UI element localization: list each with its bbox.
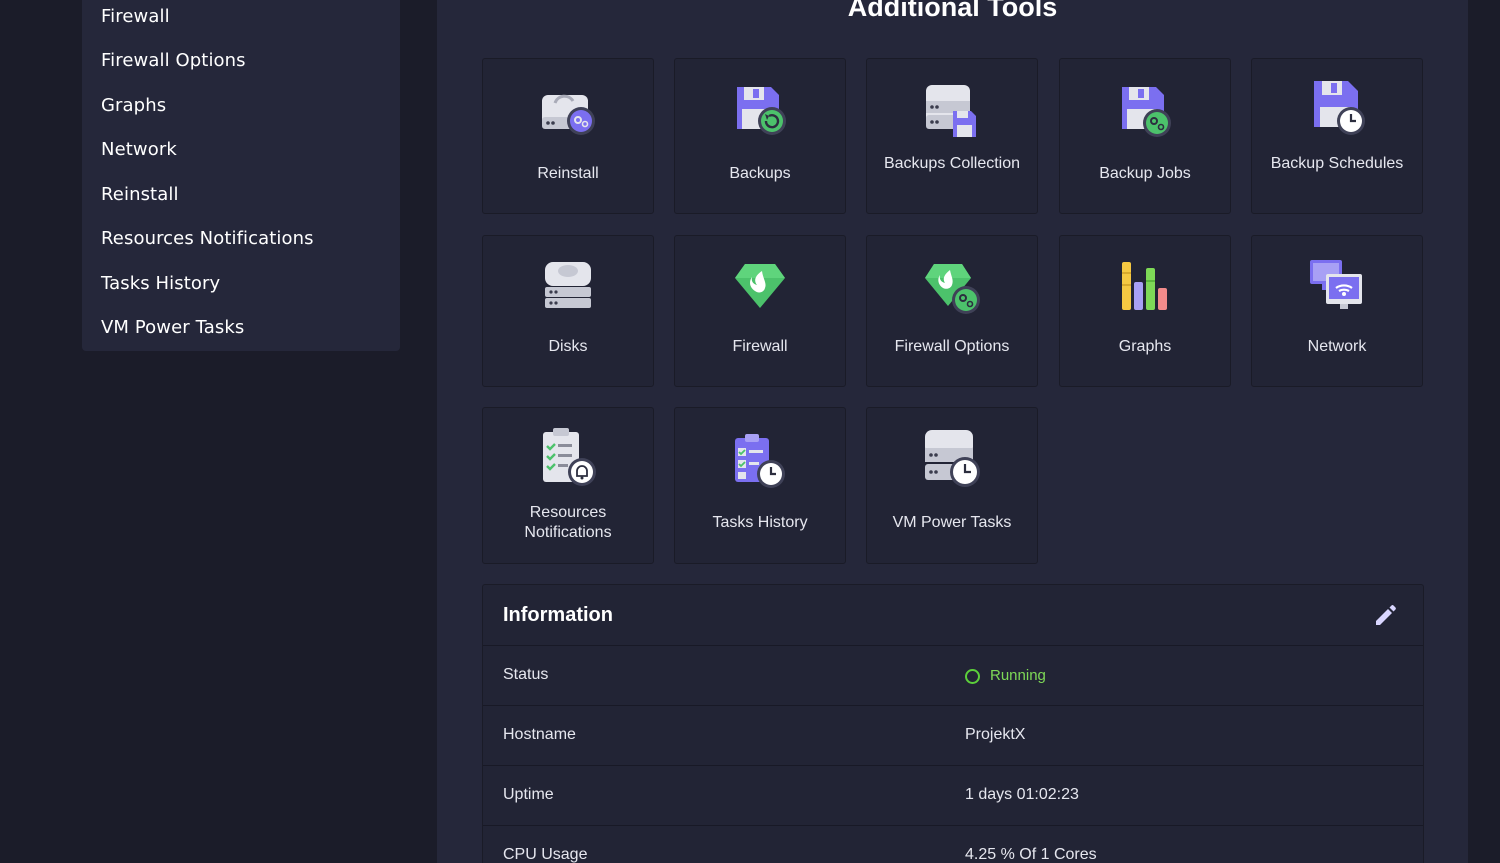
info-value: 4.25 % Of 1 Cores bbox=[965, 846, 1097, 863]
info-row-hostname: Hostname ProjektX bbox=[483, 706, 1423, 766]
information-title: Information bbox=[503, 604, 613, 626]
tool-label: Firewall bbox=[732, 338, 788, 355]
graphs-icon bbox=[1122, 262, 1167, 310]
tool-backup-jobs[interactable]: Backup Jobs bbox=[1059, 58, 1231, 214]
backups-icon bbox=[737, 87, 786, 135]
tool-label: Reinstall bbox=[537, 165, 599, 182]
page-title: Additional Tools bbox=[847, 0, 1058, 22]
information-header: Information bbox=[483, 585, 1423, 646]
tasks-history-icon bbox=[735, 434, 785, 488]
tool-label: Tasks History bbox=[712, 514, 808, 531]
tool-network[interactable]: Network bbox=[1251, 235, 1423, 387]
tool-firewall-options[interactable]: Firewall Options bbox=[866, 235, 1038, 387]
network-icon bbox=[1310, 260, 1362, 309]
info-row-uptime: Uptime 1 days 01:02:23 bbox=[483, 766, 1423, 826]
tool-label: Disks bbox=[548, 338, 588, 355]
info-key: Hostname bbox=[503, 726, 576, 743]
reinstall-icon bbox=[542, 94, 595, 135]
sidebar-item-reinstall[interactable]: Reinstall bbox=[101, 184, 179, 205]
tool-backups[interactable]: Backups bbox=[674, 58, 846, 214]
tool-vm-power-tasks[interactable]: VM Power Tasks bbox=[866, 407, 1038, 564]
info-value: ProjektX bbox=[965, 726, 1026, 743]
tool-label: VM Power Tasks bbox=[892, 514, 1012, 531]
tool-backups-collection[interactable]: Backups Collection bbox=[866, 58, 1038, 214]
backups-collection-icon bbox=[926, 85, 976, 137]
status-badge: Running bbox=[990, 667, 1046, 684]
tool-label: Backup Jobs bbox=[1099, 165, 1191, 182]
information-panel: Information Status Running Hostname Proj… bbox=[482, 584, 1424, 863]
sidebar-item-resources-notifications[interactable]: Resources Notifications bbox=[101, 228, 314, 249]
tool-label: Firewall Options bbox=[894, 338, 1010, 355]
main-panel: Additional Tools Reinstall Backups Backu… bbox=[437, 0, 1468, 863]
info-value: 1 days 01:02:23 bbox=[965, 786, 1079, 803]
tool-tasks-history[interactable]: Tasks History bbox=[674, 407, 846, 564]
info-row-cpu-usage: CPU Usage 4.25 % Of 1 Cores bbox=[483, 826, 1423, 863]
tool-graphs[interactable]: Graphs bbox=[1059, 235, 1231, 387]
tool-label: Backups Collection bbox=[883, 155, 1021, 172]
firewall-icon bbox=[735, 264, 785, 308]
tool-backup-schedules[interactable]: Backup Schedules bbox=[1251, 58, 1423, 214]
tool-label: Backups bbox=[729, 165, 791, 182]
resources-notifications-icon bbox=[543, 428, 596, 486]
tool-label: Graphs bbox=[1118, 338, 1172, 355]
disks-icon bbox=[545, 262, 591, 308]
sidebar-item-network[interactable]: Network bbox=[101, 139, 177, 160]
sidebar-item-vm-power-tasks[interactable]: VM Power Tasks bbox=[101, 317, 244, 338]
sidebar-item-graphs[interactable]: Graphs bbox=[101, 95, 166, 116]
tool-disks[interactable]: Disks bbox=[482, 235, 654, 387]
status-running-icon bbox=[965, 669, 980, 684]
tool-label: Network bbox=[1307, 338, 1367, 355]
sidebar-item-firewall-options[interactable]: Firewall Options bbox=[101, 50, 246, 71]
tool-resources-notifications[interactable]: Resources Notifications bbox=[482, 407, 654, 564]
info-row-status: Status Running bbox=[483, 646, 1423, 706]
sidebar: Firewall Firewall Options Graphs Network… bbox=[82, 0, 400, 351]
vm-power-tasks-icon bbox=[925, 430, 980, 487]
backup-jobs-icon bbox=[1122, 87, 1171, 137]
firewall-options-icon bbox=[925, 264, 980, 314]
backup-schedules-icon bbox=[1314, 81, 1365, 135]
pencil-icon[interactable] bbox=[1371, 602, 1399, 630]
info-key: Uptime bbox=[503, 786, 554, 803]
sidebar-item-tasks-history[interactable]: Tasks History bbox=[101, 273, 220, 294]
info-key: Status bbox=[503, 666, 549, 683]
tool-label: Backup Schedules bbox=[1270, 155, 1404, 172]
info-key: CPU Usage bbox=[503, 846, 588, 863]
tool-label: Resources Notifications bbox=[524, 504, 612, 541]
tool-reinstall[interactable]: Reinstall bbox=[482, 58, 654, 214]
sidebar-item-firewall[interactable]: Firewall bbox=[101, 6, 170, 27]
tool-firewall[interactable]: Firewall bbox=[674, 235, 846, 387]
